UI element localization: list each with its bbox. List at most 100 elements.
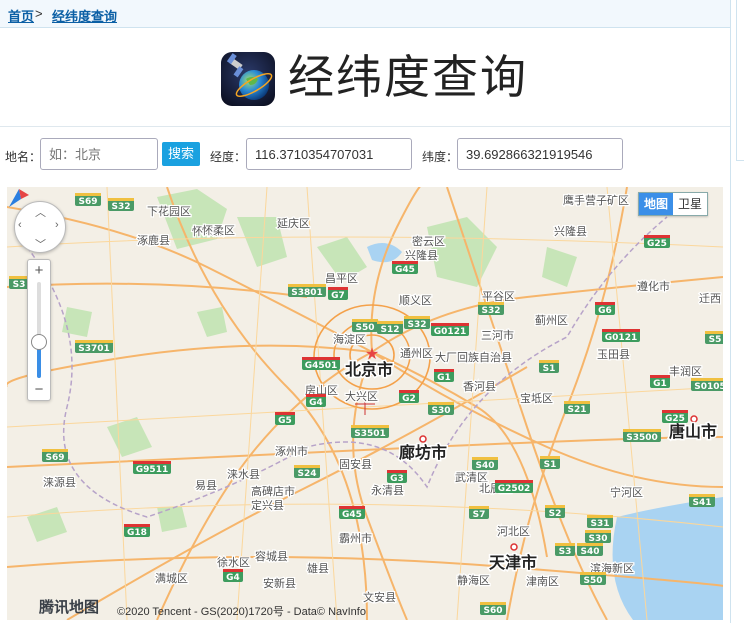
search-bar: 地名： 搜索 经度： 纬度： [0,127,730,179]
district-label: 蓟州区 [535,314,568,327]
road-shield: G45 [339,506,365,520]
svg-text:S0105: S0105 [694,382,723,392]
district-label: 大厂回族自治县 [435,350,512,364]
zoom-out-button[interactable]: − [28,381,50,398]
bohai-sea [612,497,723,620]
district-label: 静海区 [457,573,490,587]
road-shield: G4 [306,394,326,408]
road-shield: G6 [595,302,615,316]
district-label: 雄县 [307,561,329,575]
city-label: 唐山市 [669,422,717,441]
road-shield: G7 [328,287,348,301]
district-label: 定兴县 [251,498,284,512]
right-edge-panel [736,0,744,161]
svg-text:S3: S3 [13,280,26,290]
road-shield: G3 [387,470,407,484]
road-shield: S50 [352,319,378,333]
globe-satellite-icon [221,52,275,106]
latitude-input[interactable] [457,138,623,170]
map-type-map-button[interactable]: 地图 [639,193,674,215]
road-shield: S40 [472,457,498,471]
breadcrumb-separator: > [35,6,43,21]
road-shield: S31 [587,515,613,529]
district-label: 平谷区 [482,290,515,303]
svg-text:S31: S31 [590,519,609,529]
road-shield: S3500 [623,429,661,443]
svg-text:S40: S40 [475,461,494,471]
road-shield: S3 [9,276,29,290]
road-shield: S21 [564,401,590,415]
map-canvas[interactable]: ★ 北京市 廊坊市 天津市 唐山市 下花园区怀来县延庆区涿鹿县昌平区怀柔区密云区… [7,187,723,620]
svg-text:G2502: G2502 [498,484,530,494]
pan-left-icon[interactable]: ‹ [18,219,22,231]
map-brand: 腾讯地图 [39,599,100,616]
road-shield: S32 [108,198,134,212]
svg-text:G2: G2 [402,394,416,404]
svg-text:S12: S12 [380,325,399,335]
svg-text:S3501: S3501 [354,429,386,439]
road-shield: G2 [399,390,419,404]
svg-text:S30: S30 [588,534,607,544]
road-shield: S69 [75,193,101,207]
road-shield: S12 [377,321,403,335]
road-shield: S50 [580,572,606,586]
district-label: 津南区 [526,575,559,588]
road-shield: G1 [434,369,454,383]
road-shield: S2 [545,505,565,519]
breadcrumb-current-link[interactable]: 经纬度查询 [52,6,117,25]
breadcrumb: 首页 > 经纬度查询 [0,0,730,28]
svg-text:S7: S7 [473,510,486,520]
road-shield: S3 [555,543,575,557]
svg-text:S50: S50 [355,323,374,333]
breadcrumb-home-link[interactable]: 首页 [8,6,34,25]
road-shield: G45 [392,261,418,275]
map-type-satellite-button[interactable]: 卫星 [673,193,707,215]
zoom-slider-handle[interactable] [31,334,47,350]
district-label: 昌平区 [325,272,358,285]
district-label: 下花园区 [147,205,191,218]
svg-text:S3500: S3500 [626,433,658,443]
svg-text:G25: G25 [647,239,667,249]
road-shield: S7 [469,506,489,520]
svg-text:G25: G25 [665,414,685,424]
main-panel: 首页 > 经纬度查询 经纬度查询 地名： 搜索 经度： 纬度： [0,0,731,623]
tianjin-marker [510,543,518,551]
pan-right-icon[interactable]: › [55,219,59,231]
svg-text:S1: S1 [544,460,557,470]
road-shield: G25 [662,410,688,424]
svg-text:S60: S60 [483,606,502,616]
city-label: 廊坊市 [399,443,447,462]
longitude-input[interactable] [246,138,412,170]
district-label: 涞水县 [227,468,260,481]
place-label: 地名： [5,150,42,164]
place-input[interactable] [40,138,158,170]
road-shield: S40 [577,543,603,557]
svg-text:S69: S69 [45,453,64,463]
road-shield: S41 [689,494,715,508]
district-label: 满城区 [155,572,188,585]
svg-text:G6: G6 [598,306,612,316]
pan-down-icon[interactable]: ﹀ [35,236,46,252]
city-label: 天津市 [489,553,537,572]
svg-text:S2: S2 [549,509,562,519]
district-label: 玉田县 [597,348,630,361]
svg-text:S24: S24 [297,469,316,479]
search-button[interactable]: 搜索 [162,142,200,166]
road-shield: S3501 [351,425,389,439]
district-label: 丰润区 [669,364,702,378]
svg-text:G45: G45 [395,265,415,275]
zoom-in-button[interactable]: + [28,262,50,279]
longitude-label: 经度： [210,150,247,164]
map-view[interactable]: ★ 北京市 廊坊市 天津市 唐山市 下花园区 怀来县 延庆区 涿鹿县 昌平区 怀柔区 密云区… [7,187,723,620]
district-label: 霸州市 [339,531,372,545]
svg-text:S32: S32 [481,306,500,316]
road-shield: G4501 [302,357,340,371]
road-shield: S32 [478,302,504,316]
pan-up-icon[interactable]: ︿ [35,204,46,220]
road-shield: S3801 [288,284,326,298]
svg-text:S41: S41 [692,498,711,508]
road-shield: S60 [480,602,506,616]
district-label: 徐水区 [217,555,250,569]
district-label: 固安县 [339,457,372,471]
svg-text:S30: S30 [431,406,450,416]
